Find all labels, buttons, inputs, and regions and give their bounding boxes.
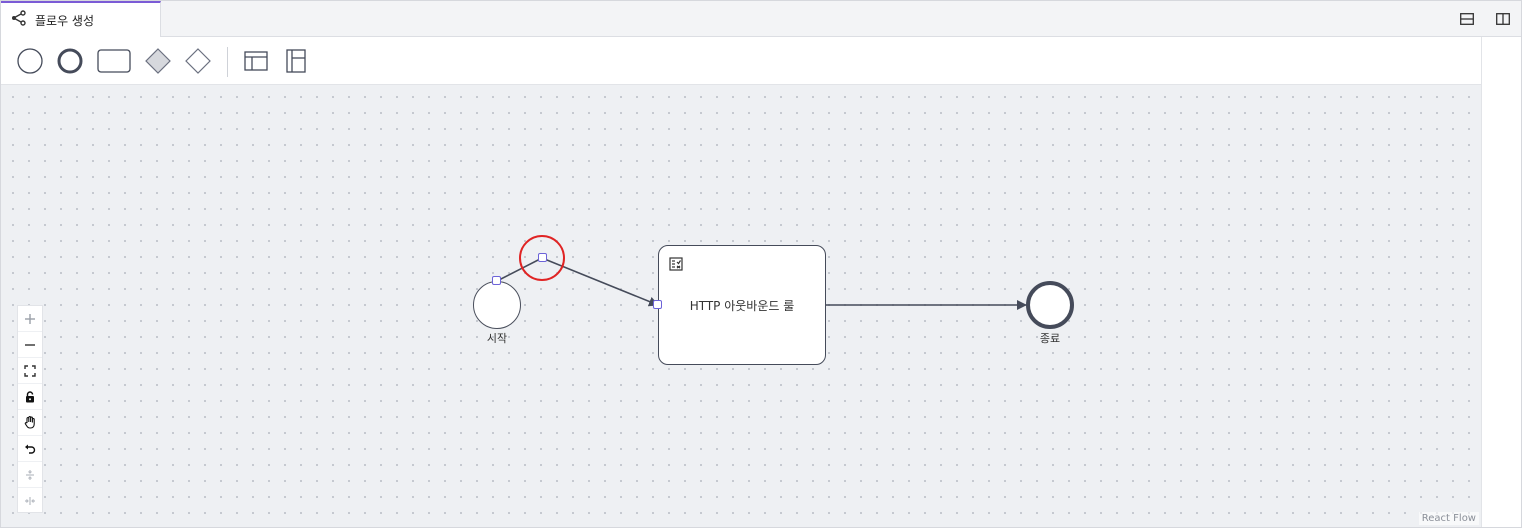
- task-node[interactable]: HTTP 아웃바운드 룰: [658, 245, 826, 365]
- share-nodes-icon: [11, 10, 27, 30]
- undo-icon: [25, 444, 36, 454]
- split-vertical-icon: [1496, 13, 1510, 25]
- align-vertical-icon: [26, 469, 34, 480]
- end-event-node[interactable]: [1026, 281, 1074, 329]
- toolbar-separator: [227, 47, 228, 77]
- react-flow-attribution[interactable]: React Flow: [1418, 512, 1479, 525]
- lock-icon: [26, 390, 34, 402]
- align-horizontal-icon: [25, 497, 35, 505]
- task-node-label: HTTP 아웃바운드 룰: [689, 298, 795, 313]
- end-event-tool[interactable]: [53, 37, 87, 85]
- plus-icon: [25, 313, 35, 324]
- tab-actions: [1449, 1, 1521, 37]
- gateway-outline-tool[interactable]: [182, 37, 214, 85]
- start-node-label: 시작: [486, 332, 508, 345]
- table-horizontal-tool[interactable]: [241, 37, 271, 85]
- end-node-label: 종료: [1039, 332, 1061, 345]
- outline-diamond-icon: [185, 48, 211, 74]
- hand-icon: [24, 416, 35, 429]
- table-vertical-tool[interactable]: [281, 37, 311, 85]
- thick-circle-icon: [57, 48, 83, 74]
- tab-title: 플로우 생성: [35, 13, 95, 28]
- flow-editor-window: 플로우 생성 시작 HTTP 아웃바운드 룰 종료 React Flow: [0, 0, 1522, 528]
- task-tool[interactable]: [96, 37, 132, 85]
- table-columns-icon: [244, 51, 268, 71]
- fit-view-icon: [24, 364, 36, 377]
- waypoint-highlight-ring: [519, 235, 565, 281]
- start-event-tool[interactable]: [13, 37, 47, 85]
- minus-icon: [25, 343, 35, 346]
- shape-toolbar: [1, 37, 1481, 85]
- table-rows-icon: [286, 49, 306, 73]
- pan-button[interactable]: [18, 410, 42, 436]
- split-horizontal-icon: [1460, 13, 1474, 25]
- task-node-target-handle[interactable]: [653, 300, 662, 309]
- zoom-out-button[interactable]: [18, 332, 42, 358]
- split-vertical-button[interactable]: [1485, 1, 1521, 37]
- align-horizontal-button[interactable]: [18, 488, 42, 514]
- split-horizontal-button[interactable]: [1449, 1, 1485, 37]
- tab-flow-create[interactable]: 플로우 생성: [1, 1, 161, 37]
- gateway-filled-tool[interactable]: [142, 37, 174, 85]
- lock-button[interactable]: [18, 384, 42, 410]
- start-event-node[interactable]: [473, 281, 521, 329]
- canvas-controls: [17, 305, 43, 513]
- align-vertical-button[interactable]: [18, 462, 42, 488]
- undo-button[interactable]: [18, 436, 42, 462]
- zoom-in-button[interactable]: [18, 306, 42, 332]
- start-node-handle[interactable]: [492, 276, 501, 285]
- filled-diamond-icon: [145, 48, 171, 74]
- thin-circle-icon: [17, 48, 43, 74]
- rounded-rectangle-icon: [97, 49, 131, 73]
- tab-bar: 플로우 생성: [1, 1, 1521, 37]
- right-side-panel: [1481, 37, 1521, 527]
- fit-view-button[interactable]: [18, 358, 42, 384]
- flow-canvas[interactable]: 시작 HTTP 아웃바운드 룰 종료 React Flow: [1, 85, 1481, 527]
